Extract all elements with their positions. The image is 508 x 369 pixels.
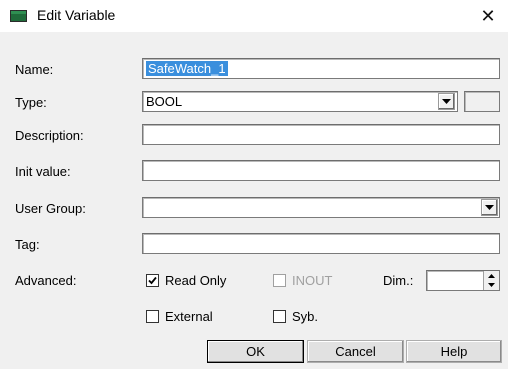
init-value-field[interactable] (142, 160, 500, 181)
syb-label: Syb. (292, 309, 319, 324)
type-label: Type: (15, 95, 47, 110)
cancel-button-label: Cancel (335, 344, 376, 359)
cancel-button[interactable]: Cancel (307, 340, 404, 363)
external-label: External (165, 309, 213, 324)
read-only-checkbox[interactable] (146, 274, 159, 287)
title-bar: Edit Variable ✕ (0, 0, 508, 32)
variable-window-icon (10, 10, 27, 22)
tag-label: Tag: (15, 237, 40, 252)
chevron-down-icon (442, 99, 451, 104)
tag-field[interactable] (142, 233, 500, 254)
name-value: SafeWatch_1 (146, 61, 228, 76)
window-title: Edit Variable (37, 7, 116, 23)
help-button[interactable]: Help (406, 340, 502, 363)
init-value-label: Init value: (15, 164, 71, 179)
inout-checkbox[interactable] (273, 274, 286, 287)
type-dropdown-button[interactable] (438, 93, 455, 110)
dim-label: Dim.: (383, 273, 414, 288)
chevron-down-icon (485, 205, 494, 210)
name-field[interactable]: SafeWatch_1 (142, 58, 500, 79)
close-button[interactable]: ✕ (468, 0, 508, 32)
help-button-label: Help (440, 344, 468, 359)
description-field[interactable] (142, 124, 500, 145)
type-extra-field (464, 91, 500, 112)
user-group-select[interactable] (142, 197, 500, 218)
spin-up-icon (488, 274, 495, 278)
read-only-label: Read Only (165, 273, 227, 288)
user-group-label: User Group: (15, 201, 86, 216)
ok-button[interactable]: OK (207, 340, 304, 363)
checkmark-icon (148, 276, 157, 285)
type-value: BOOL (146, 94, 183, 109)
user-group-dropdown-button[interactable] (481, 199, 498, 216)
name-label: Name: (15, 62, 54, 77)
external-checkbox[interactable] (146, 310, 159, 323)
spin-down-icon (488, 283, 495, 287)
ok-button-label: OK (246, 344, 265, 359)
type-select[interactable]: BOOL (142, 91, 458, 112)
description-label: Description: (15, 128, 84, 143)
dim-spin-down-button[interactable] (483, 280, 499, 290)
syb-checkbox[interactable] (273, 310, 286, 323)
advanced-label: Advanced: (15, 273, 77, 288)
close-icon: ✕ (480, 5, 496, 26)
inout-label: INOUT (292, 273, 333, 288)
